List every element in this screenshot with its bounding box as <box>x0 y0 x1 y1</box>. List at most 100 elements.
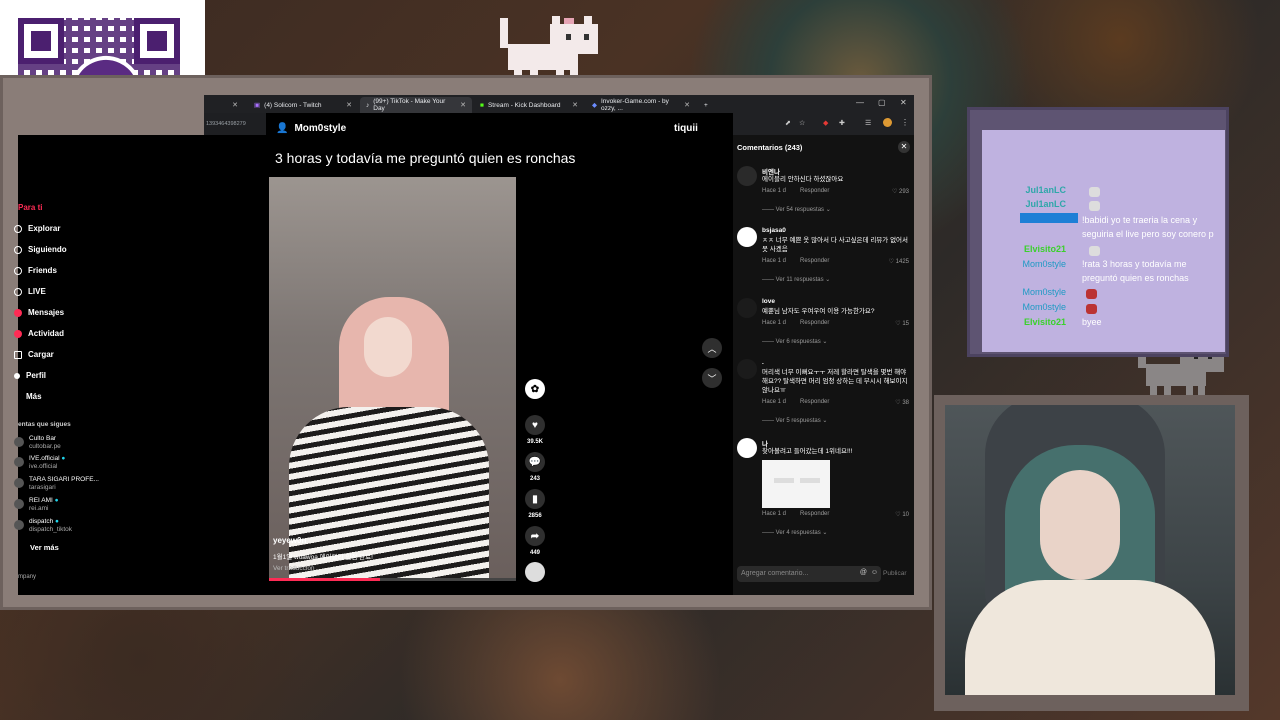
nav-item-para-ti[interactable]: Para ti <box>18 203 42 212</box>
address-bar[interactable]: 1393464398279 <box>204 113 270 135</box>
minimize-icon[interactable]: — <box>856 98 864 107</box>
translate-link[interactable]: Ver traducción <box>273 565 315 572</box>
close-icon[interactable]: ✕ <box>460 101 466 109</box>
view-replies-button[interactable]: —— Ver 6 respuestas ⌄ <box>762 338 827 345</box>
new-tab-button[interactable]: + <box>698 97 714 113</box>
see-more-link[interactable]: Ver más <box>30 544 59 552</box>
view-replies-button[interactable]: —— Ver 5 respuestas ⌄ <box>762 417 827 424</box>
reply-button[interactable]: Responder <box>800 320 829 326</box>
music-disc-button[interactable] <box>524 562 546 586</box>
bookmark-icon: ▮ <box>525 489 545 509</box>
nav-item-perfil[interactable]: Perfil <box>14 371 46 380</box>
avatar[interactable] <box>737 166 757 186</box>
tab-label: (99+) TikTok - Make Your Day <box>373 98 446 112</box>
tiktok-post-view: 👤 Mom0style tiquii 3 horas y todavía me … <box>266 113 734 595</box>
chat-message: !babidi yo te traeria la cena y seguiria… <box>1082 215 1214 239</box>
comment-button[interactable]: 💬 243 <box>524 452 546 482</box>
close-comments-button[interactable]: ✕ <box>898 141 910 153</box>
save-button[interactable]: ▮ 2856 <box>524 489 546 519</box>
nav-item-friends[interactable]: Friends <box>14 266 57 275</box>
top-right-user[interactable]: tiquii <box>674 123 698 134</box>
comment-like-button[interactable]: ♡ 38 <box>895 399 909 406</box>
user-icon: 👤 <box>276 123 289 134</box>
reply-button[interactable]: Responder <box>800 188 829 194</box>
streamer-shirt <box>965 580 1215 695</box>
browser-tab-kick[interactable]: ■ Stream - Kick Dashboard ✕ <box>474 97 584 113</box>
browser-extension-toolbar: ⬈ ☆ ◆ ✚ ☰ ⋮ <box>733 113 914 135</box>
video-username[interactable]: yeyew0n <box>273 536 306 545</box>
extension-icon[interactable]: ◆ <box>823 119 828 127</box>
streamer-face <box>1040 470 1120 580</box>
nav-item-actividad[interactable]: Actividad <box>14 329 64 338</box>
next-video-button[interactable]: ﹀ <box>702 368 722 388</box>
view-replies-button[interactable]: —— Ver 54 respuestas ⌄ <box>762 206 831 213</box>
avatar[interactable] <box>737 359 757 379</box>
stream-chat: Jul1anLC Jul1anLC !babidi yo te traeria … <box>982 130 1225 352</box>
emote-icon <box>1089 187 1100 197</box>
view-replies-button[interactable]: —— Ver 11 respuestas ⌄ <box>762 276 830 283</box>
kebab-menu-icon[interactable]: ⋮ <box>901 118 909 127</box>
creator-avatar-button[interactable]: ✿ <box>524 379 546 403</box>
nav-item-cargar[interactable]: Cargar <box>14 350 54 359</box>
comment-image[interactable] <box>762 460 830 508</box>
sliders-icon[interactable]: ☰ <box>865 119 871 127</box>
nav-item-mensajes[interactable]: Mensajes <box>14 308 64 317</box>
live-icon <box>14 287 22 296</box>
close-icon[interactable]: ✕ <box>684 101 690 109</box>
browser-tab-twitch[interactable]: ▣ (4) Solicorn - Twitch ✕ <box>248 97 358 113</box>
comment-like-button[interactable]: ♡ 1425 <box>889 258 909 265</box>
previous-video-button[interactable]: ︿ <box>702 338 722 358</box>
close-window-icon[interactable]: ✕ <box>900 98 907 107</box>
emoji-icon[interactable]: ☺ <box>871 569 878 576</box>
browser-tab-invoker[interactable]: ◆ Invoker-Game.com - by ozzy, ... ✕ <box>586 97 696 113</box>
footer-link[interactable]: mpany <box>18 573 36 581</box>
close-icon[interactable]: ✕ <box>572 101 578 109</box>
post-title: 3 horas y todavía me preguntó quien es r… <box>275 150 576 166</box>
like-button[interactable]: ♥ 39.5K <box>524 415 546 445</box>
close-icon[interactable]: ✕ <box>232 101 238 109</box>
nav-item-live[interactable]: LIVE <box>14 287 46 296</box>
video-player[interactable] <box>269 177 516 581</box>
chevron-up-icon: ︿ <box>707 343 717 354</box>
comment-input[interactable]: Agregar comentario... @ ☺ <box>737 566 881 582</box>
browser-tab-tiktok[interactable]: ♪ (99+) TikTok - Make Your Day ✕ <box>360 97 472 113</box>
chat-message: byee <box>1082 317 1102 327</box>
post-comment-button[interactable]: Publicar <box>883 570 906 577</box>
nav-item-explorar[interactable]: Explorar <box>14 224 60 233</box>
following-section-title: entas que sigues <box>18 421 71 428</box>
reply-button[interactable]: Responder <box>800 511 829 517</box>
profile-avatar-icon[interactable] <box>883 118 892 127</box>
like-count: 39.5K <box>526 439 543 445</box>
nav-item-mas[interactable]: Más <box>18 392 42 401</box>
tab-label: Stream - Kick Dashboard <box>487 101 561 109</box>
close-icon[interactable]: ✕ <box>346 101 352 109</box>
comment-like-button[interactable]: ♡ 10 <box>895 511 909 518</box>
comment-like-button[interactable]: ♡ 293 <box>892 188 909 195</box>
view-replies-button[interactable]: —— Ver 4 respuestas ⌄ <box>762 529 827 536</box>
avatar[interactable] <box>737 227 757 247</box>
maximize-icon[interactable]: ▢ <box>878 98 886 107</box>
share-button[interactable]: ➦ 449 <box>524 526 546 556</box>
video-progress-fill <box>269 578 381 581</box>
comment-like-button[interactable]: ♡ 15 <box>895 320 909 327</box>
comment-count: 243 <box>529 476 540 482</box>
video-progress-bar[interactable] <box>269 578 516 581</box>
chat-username: Elvisito21 <box>1023 244 1066 254</box>
profile-icon <box>14 372 20 379</box>
avatar[interactable] <box>737 438 757 458</box>
chat-username-redacted <box>1020 213 1078 223</box>
reply-button[interactable]: Responder <box>800 399 829 405</box>
post-author[interactable]: 👤 Mom0style <box>276 123 346 134</box>
emote-icon <box>1089 201 1100 211</box>
avatar: ✿ <box>525 379 545 399</box>
reply-button[interactable]: Responder <box>800 258 829 264</box>
puzzle-icon[interactable]: ✚ <box>839 119 845 127</box>
avatar[interactable] <box>737 298 757 318</box>
explore-icon <box>14 224 22 233</box>
mention-icon[interactable]: @ <box>860 569 867 576</box>
messages-icon <box>14 308 22 317</box>
browser-tab[interactable]: ✕ <box>204 97 244 113</box>
share-page-icon[interactable]: ⬈ <box>785 119 791 127</box>
nav-item-siguiendo[interactable]: Siguiendo <box>14 245 67 254</box>
star-icon[interactable]: ☆ <box>799 119 805 127</box>
